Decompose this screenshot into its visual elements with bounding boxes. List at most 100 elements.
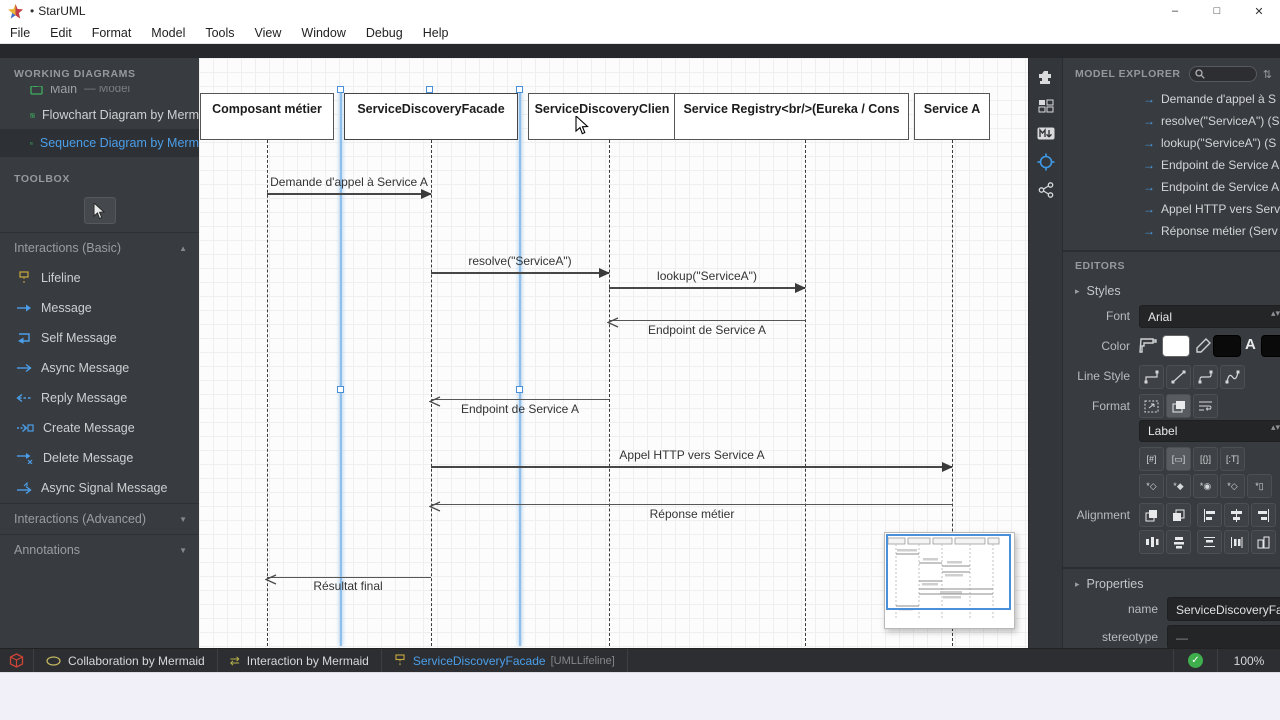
message-label[interactable]: resolve("ServiceA") [430,254,610,268]
tool-async-signal-message[interactable]: Async Signal Message [0,473,199,503]
align-left-button[interactable] [1197,503,1222,527]
sort-icon[interactable]: ⇅ [1263,68,1272,81]
toolbox-section-interactions-advanced[interactable]: Interactions (Advanced) ▼ [0,503,199,534]
minimize-button[interactable]: – [1154,0,1196,22]
stereotype-decoration-button[interactable]: *◉ [1193,474,1218,498]
show-namespace-button[interactable]: [▭] [1166,447,1191,471]
tree-item-message[interactable]: →Appel HTTP vers Serv [1063,198,1280,220]
maximize-button[interactable]: □ [1196,0,1238,22]
tool-message[interactable]: Message [0,293,199,323]
font-color-icon[interactable]: A [1245,336,1256,353]
message-label[interactable]: Demande d'appel à Service A [259,175,439,189]
menu-view[interactable]: View [245,26,292,40]
lifeline-head-composant-metier[interactable]: Composant métier [200,93,334,140]
properties-section-header[interactable]: ▸ Properties [1063,569,1280,595]
message-arrow[interactable] [431,399,609,400]
lifeline-servicediscoveryclient[interactable] [609,140,610,646]
diagram-canvas[interactable]: Composant métier ServiceDiscoveryFacade … [199,58,1028,648]
space-equally-vertical-button[interactable] [1224,530,1249,554]
message-label[interactable]: Réponse métier [542,507,842,521]
bring-to-front-button[interactable] [1139,503,1164,527]
lifeline-head-servicediscoveryfacade[interactable]: ServiceDiscoveryFacade [344,93,518,140]
message-label[interactable]: Appel HTTP vers Service A [542,448,842,462]
message-arrow[interactable] [267,193,431,195]
message-label[interactable]: Endpoint de Service A [607,323,807,337]
message-label[interactable]: Résultat final [258,579,438,593]
stereotype-input[interactable]: — [1167,625,1280,648]
styles-section-header[interactable]: ▸ Styles [1063,276,1280,302]
diagram-item-flowchart[interactable]: Flowchart Diagram by Merm [0,101,199,129]
fill-color-icon[interactable] [1139,337,1158,355]
tree-item-message[interactable]: →resolve("ServiceA") (S [1063,110,1280,132]
tool-create-message[interactable]: Create Message [0,413,199,443]
show-visibility-button[interactable]: [#] [1139,447,1164,471]
match-size-button[interactable] [1251,530,1276,554]
stereotype-icon-button[interactable]: *◇ [1220,474,1245,498]
font-color-swatch[interactable] [1261,335,1280,357]
label-select[interactable]: Label▴▾ [1139,420,1280,442]
project-icon[interactable] [9,653,24,668]
extensions-button[interactable] [1029,64,1063,91]
menu-format[interactable]: Format [82,26,142,40]
menu-model[interactable]: Model [141,26,195,40]
toolbox-section-annotations[interactable]: Annotations ▼ [0,534,199,565]
stereotype-text-button[interactable]: *▯ [1247,474,1272,498]
message-arrow[interactable] [267,577,431,578]
model-explorer-search-input[interactable] [1189,66,1257,82]
selection-handle[interactable] [426,86,433,93]
align-right-button[interactable] [1251,503,1276,527]
pointer-tool-button[interactable] [84,197,116,224]
share-graph-button[interactable] [1029,176,1063,203]
font-select[interactable]: Arial▴▾ [1139,305,1280,328]
format-auto-resize-button[interactable] [1139,394,1164,418]
breadcrumb-collaboration[interactable]: Collaboration by Mermaid [34,649,217,673]
layout-button[interactable] [1029,92,1063,119]
message-label[interactable]: Endpoint de Service A [430,402,610,416]
line-style-curve-button[interactable] [1220,365,1245,389]
tool-delete-message[interactable]: Delete Message [0,443,199,473]
breadcrumb-lifeline[interactable]: ServiceDiscoveryFacade [UMLLifeline] [382,649,627,673]
message-arrow[interactable] [431,466,952,468]
selection-handle[interactable] [516,86,523,93]
message-label[interactable]: lookup("ServiceA") [607,269,807,283]
breadcrumb-interaction[interactable]: ⇄ Interaction by Mermaid [218,649,381,673]
menu-file[interactable]: File [0,26,40,40]
line-style-roundrect-button[interactable] [1193,365,1218,389]
toolbox-section-interactions-basic[interactable]: Interactions (Basic) ▲ [0,232,199,263]
show-type-button[interactable]: [:T] [1220,447,1245,471]
minimap-viewport[interactable] [886,534,1011,610]
lifeline-service-registry[interactable] [805,140,806,646]
lifeline-composant-metier[interactable] [267,140,268,646]
space-equally-horizontal-button[interactable] [1197,530,1222,554]
message-arrow[interactable] [431,504,952,505]
message-arrow[interactable] [431,272,609,274]
format-word-wrap-button[interactable] [1193,394,1218,418]
tool-reply-message[interactable]: Reply Message [0,383,199,413]
zoom-level[interactable]: 100% [1218,654,1280,668]
show-property-button[interactable]: [{}] [1193,447,1218,471]
lifeline-head-servicediscoveryclient[interactable]: ServiceDiscoveryClien [528,93,676,140]
align-center-button[interactable] [1224,503,1249,527]
message-arrow[interactable] [609,287,805,289]
distribute-horizontal-button[interactable] [1139,530,1164,554]
tool-lifeline[interactable]: Lifeline [0,263,199,293]
name-input[interactable]: ServiceDiscoveryFac [1167,597,1280,621]
tree-item-message[interactable]: →Demande d'appel à S [1063,88,1280,110]
tree-item-message[interactable]: →Endpoint de Service A [1063,176,1280,198]
menu-help[interactable]: Help [413,26,459,40]
diagram-item-main[interactable]: Main — Model [0,86,199,101]
send-to-back-button[interactable] [1166,503,1191,527]
focus-target-button[interactable] [1029,148,1063,175]
stereotype-none-button[interactable]: *◇ [1139,474,1164,498]
selection-handle[interactable] [337,86,344,93]
line-style-oblique-button[interactable] [1166,365,1191,389]
distribute-vertical-button[interactable] [1166,530,1191,554]
minimap[interactable] [884,532,1015,629]
menu-tools[interactable]: Tools [195,26,244,40]
fill-color-swatch[interactable] [1162,335,1190,357]
format-stack-button[interactable] [1166,394,1191,418]
line-color-swatch[interactable] [1213,335,1241,357]
menu-window[interactable]: Window [291,26,355,40]
tree-item-message[interactable]: →lookup("ServiceA") (S [1063,132,1280,154]
line-color-icon[interactable] [1196,338,1211,353]
